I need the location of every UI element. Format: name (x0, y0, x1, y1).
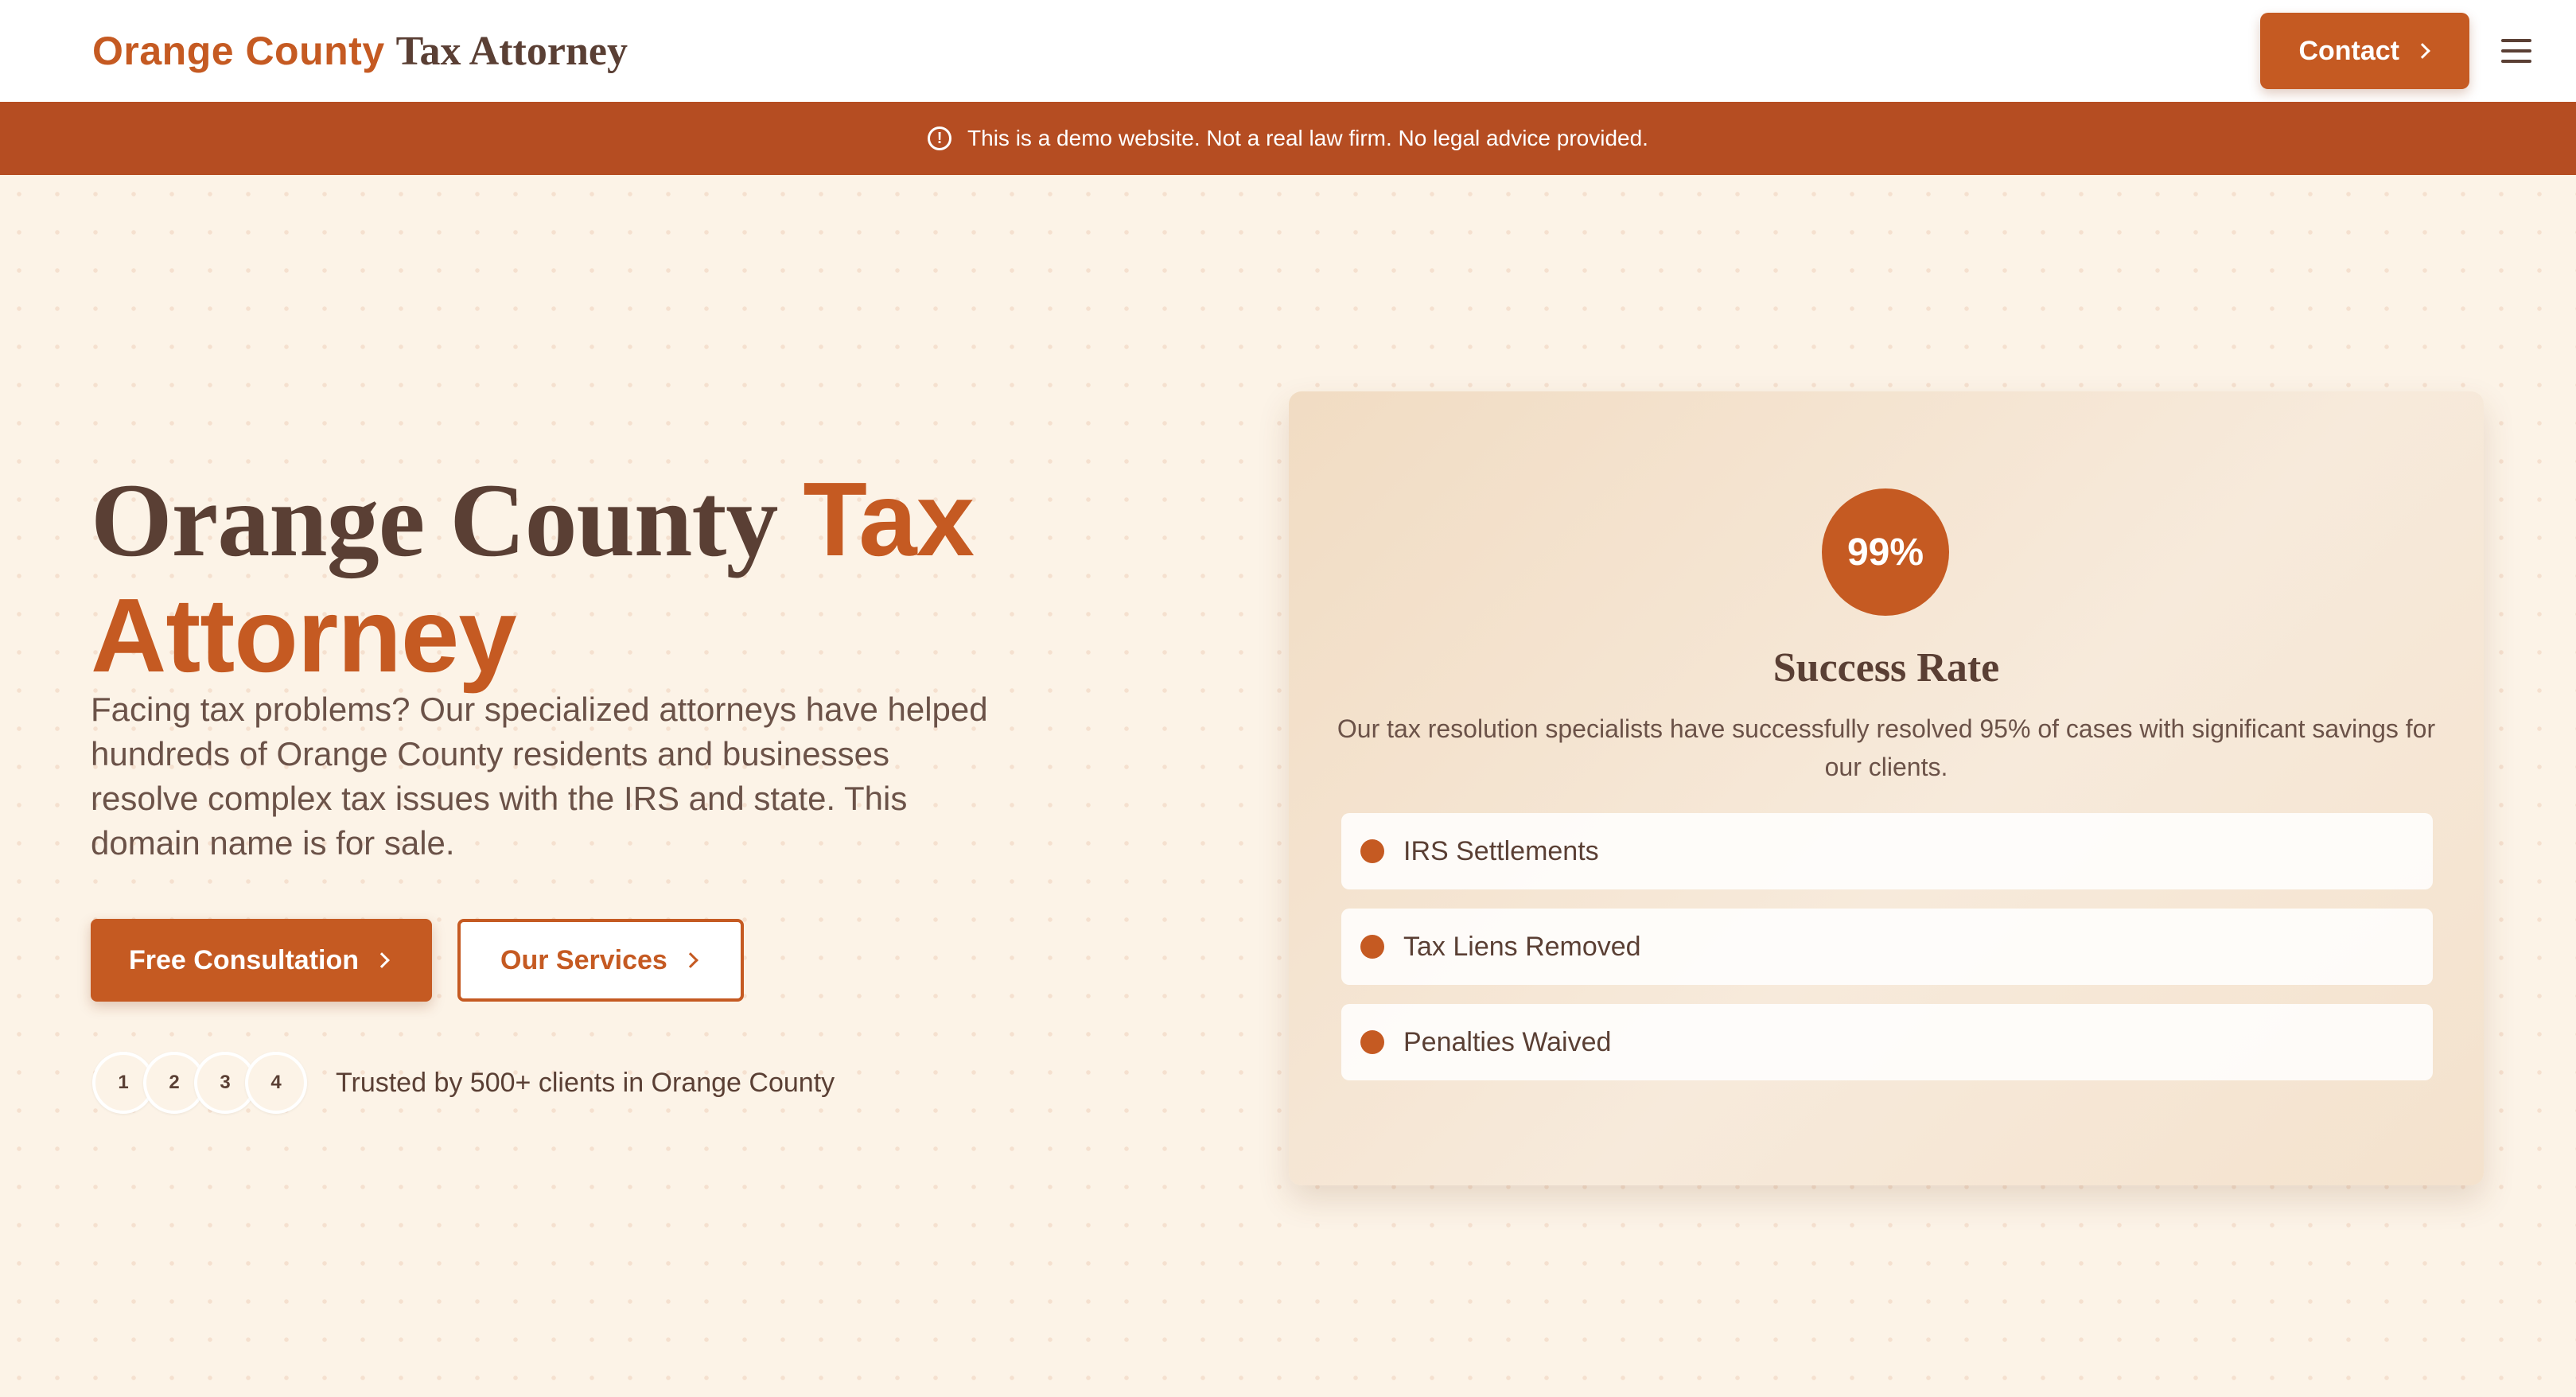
bullet-dot-icon (1360, 935, 1384, 959)
hero-cta-row: Free Consultation Our Services (91, 919, 744, 1002)
demo-banner: ! This is a demo website. Not a real law… (0, 102, 2576, 175)
hamburger-menu-icon[interactable] (2501, 39, 2531, 63)
contact-button-label: Contact (2298, 35, 2399, 66)
success-rate-card: 99% Success Rate Our tax resolution spec… (1289, 391, 2484, 1185)
hero-title-part1: Orange County (91, 461, 804, 578)
our-services-label: Our Services (500, 944, 667, 975)
hero-description: Facing tax problems? Our specialized att… (91, 691, 988, 862)
list-item-label: Tax Liens Removed (1403, 931, 1641, 962)
bullet-dot-icon (1360, 1030, 1384, 1054)
chevron-right-icon (374, 952, 390, 968)
header-actions: Contact (2260, 13, 2531, 89)
trust-row: 1 2 3 4 Trusted by 500+ clients in Orang… (92, 1052, 835, 1114)
logo-main-text: Orange County (92, 28, 385, 73)
trust-text: Trusted by 500+ clients in Orange County (336, 1067, 835, 1098)
chevron-right-icon (682, 952, 698, 968)
client-avatars: 1 2 3 4 (92, 1052, 307, 1114)
free-consultation-button[interactable]: Free Consultation (91, 919, 433, 1002)
free-consultation-label: Free Consultation (129, 944, 360, 975)
logo-sub-text: Tax Attorney (395, 28, 628, 74)
hero-section: Orange County Tax Attorney Facing tax pro… (0, 175, 2576, 1397)
hero-title-accent-1: Tax (803, 461, 975, 578)
list-item-label: Penalties Waived (1403, 1026, 1612, 1057)
contact-button[interactable]: Contact (2260, 13, 2469, 89)
site-header: Orange County Tax Attorney Contact (0, 0, 2576, 102)
site-logo[interactable]: Orange County Tax Attorney (92, 28, 628, 75)
list-item-label: IRS Settlements (1403, 835, 1599, 866)
list-item: Tax Liens Removed (1341, 909, 2433, 985)
hero-title: Orange County Tax Attorney (91, 461, 1125, 694)
success-rate-badge: 99% (1822, 488, 1949, 616)
bullet-dot-icon (1360, 839, 1384, 863)
card-feature-list: IRS Settlements Tax Liens Removed Penalt… (1341, 813, 2433, 1080)
demo-banner-text: This is a demo website. Not a real law f… (967, 126, 1648, 150)
card-title: Success Rate (1772, 645, 2000, 691)
avatar: 4 (245, 1052, 307, 1114)
hero-title-accent-2: Attorney (91, 577, 517, 695)
our-services-button[interactable]: Our Services (457, 919, 744, 1002)
card-description: Our tax resolution specialists have succ… (1337, 714, 2436, 781)
list-item: IRS Settlements (1341, 813, 2433, 889)
list-item: Penalties Waived (1341, 1004, 2433, 1080)
info-circle-icon: ! (928, 126, 952, 150)
chevron-right-icon (2415, 43, 2430, 59)
